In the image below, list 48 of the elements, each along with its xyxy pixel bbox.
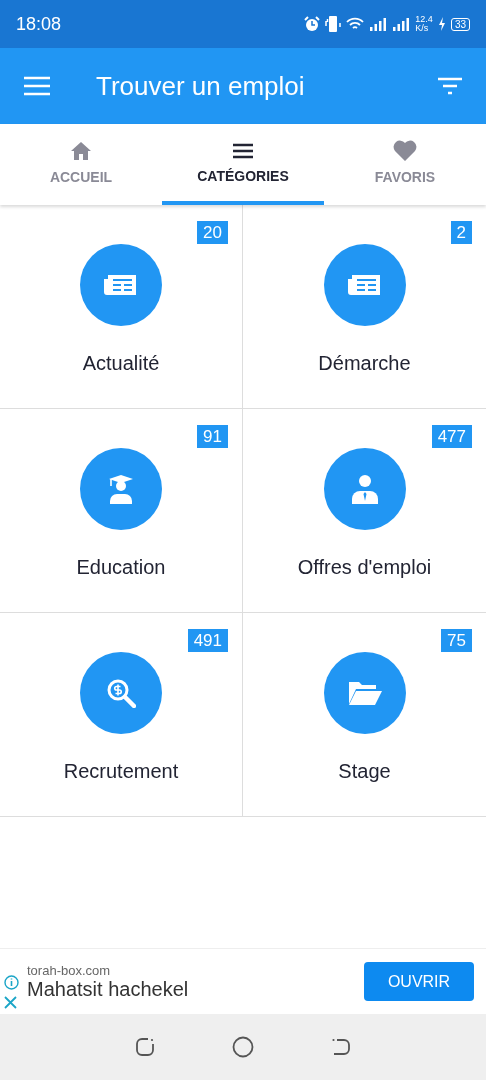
category-tile[interactable]: 477 Offres d'emploi xyxy=(243,409,486,613)
filter-icon[interactable] xyxy=(438,77,462,95)
category-tile[interactable]: 491 Recrutement xyxy=(0,613,243,816)
recents-icon[interactable] xyxy=(134,1037,155,1057)
category-tile[interactable]: 75 Stage xyxy=(243,613,486,816)
category-tile[interactable]: 20 Actualité xyxy=(0,205,243,409)
category-tile[interactable]: 2 Démarche xyxy=(243,205,486,409)
info-icon[interactable] xyxy=(4,974,19,990)
charging-icon xyxy=(437,17,446,31)
open-button[interactable]: OUVRIR xyxy=(364,962,474,1001)
alarm-icon xyxy=(304,16,321,32)
category-label: Actualité xyxy=(82,352,160,375)
ad-headline: Mahatsit hachekel xyxy=(27,977,190,1001)
network-speed: 12.4 xyxy=(415,15,433,24)
category-label: Offres d'emploi xyxy=(297,556,432,579)
ad-domain: torah-box.com xyxy=(27,962,112,978)
network-speed-unit: K/s xyxy=(415,24,430,33)
home-icon xyxy=(70,140,92,161)
money-search-icon xyxy=(106,678,136,708)
count-badge: 75 xyxy=(441,629,472,652)
vibrate-icon xyxy=(325,15,342,33)
category-tile[interactable]: 91 Education xyxy=(0,409,243,613)
list-icon xyxy=(232,141,254,160)
count-badge: 91 xyxy=(197,425,228,448)
category-label: Stage xyxy=(338,760,391,783)
tab[interactable]: CATÉGORIES xyxy=(162,124,324,205)
menu-icon[interactable] xyxy=(24,76,50,96)
count-badge: 20 xyxy=(197,221,228,244)
signal-icon xyxy=(369,17,388,31)
category-label: Démarche xyxy=(318,352,411,375)
category-label: Education xyxy=(76,556,166,579)
battery-level: 33 xyxy=(450,17,470,31)
newspaper-icon xyxy=(104,273,138,297)
wifi-icon xyxy=(346,17,365,31)
newspaper-icon xyxy=(347,273,382,297)
category-label: Recrutement xyxy=(63,760,179,783)
app-title: Trouver un emploi xyxy=(96,70,306,102)
home-icon[interactable] xyxy=(232,1036,254,1058)
heart-icon xyxy=(393,140,417,161)
count-badge: 477 xyxy=(431,425,472,448)
count-badge: 491 xyxy=(187,629,228,652)
signal-icon xyxy=(392,17,411,31)
close-icon[interactable] xyxy=(4,995,17,1009)
folder-icon xyxy=(347,680,382,706)
status-time: 18:08 xyxy=(16,13,62,35)
person-icon xyxy=(350,474,379,504)
back-icon[interactable] xyxy=(331,1037,352,1057)
count-badge: 2 xyxy=(450,221,472,244)
